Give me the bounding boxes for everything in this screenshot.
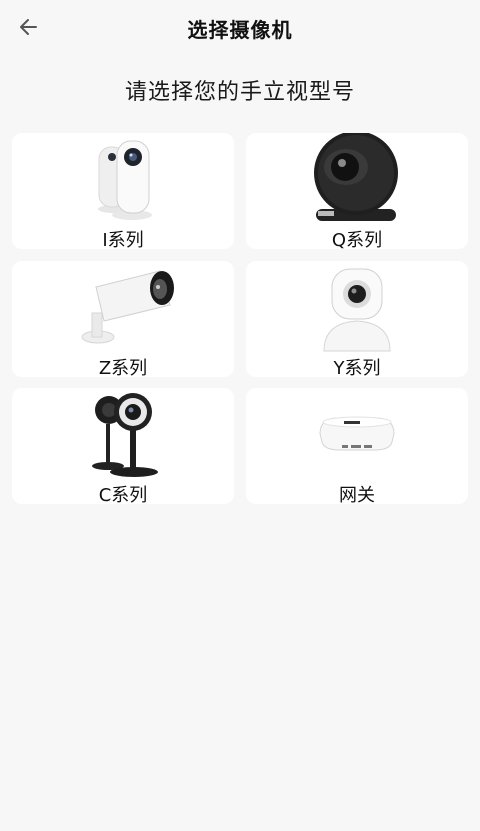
z-series-camera-icon — [81, 270, 174, 344]
model-prompt: 请选择您的手立视型号 — [124, 80, 355, 105]
model-card-y-series[interactable]: Y系列 — [246, 261, 468, 377]
model-card-z-series[interactable]: Z系列 — [12, 261, 234, 377]
model-label: Z系列 — [98, 358, 148, 377]
model-label: I系列 — [102, 230, 144, 249]
top-bar: 选择摄像机 — [0, 0, 480, 54]
page-title: 选择摄像机 — [187, 18, 293, 42]
gateway-icon — [319, 416, 395, 451]
model-card-q-series[interactable]: Q系列 — [246, 133, 468, 249]
model-label: Y系列 — [333, 358, 381, 377]
c-series-camera-icon — [92, 393, 158, 477]
q-series-camera-icon — [314, 133, 398, 221]
model-card-gateway[interactable]: 网关 — [246, 388, 468, 504]
model-label: Q系列 — [331, 230, 383, 249]
i-series-camera-icon — [98, 140, 152, 220]
model-label: 网关 — [339, 485, 375, 504]
y-series-camera-icon — [323, 268, 391, 352]
model-card-c-series[interactable]: C系列 — [12, 388, 234, 504]
model-label: C系列 — [98, 485, 148, 504]
model-card-i-series[interactable]: I系列 — [12, 133, 234, 249]
